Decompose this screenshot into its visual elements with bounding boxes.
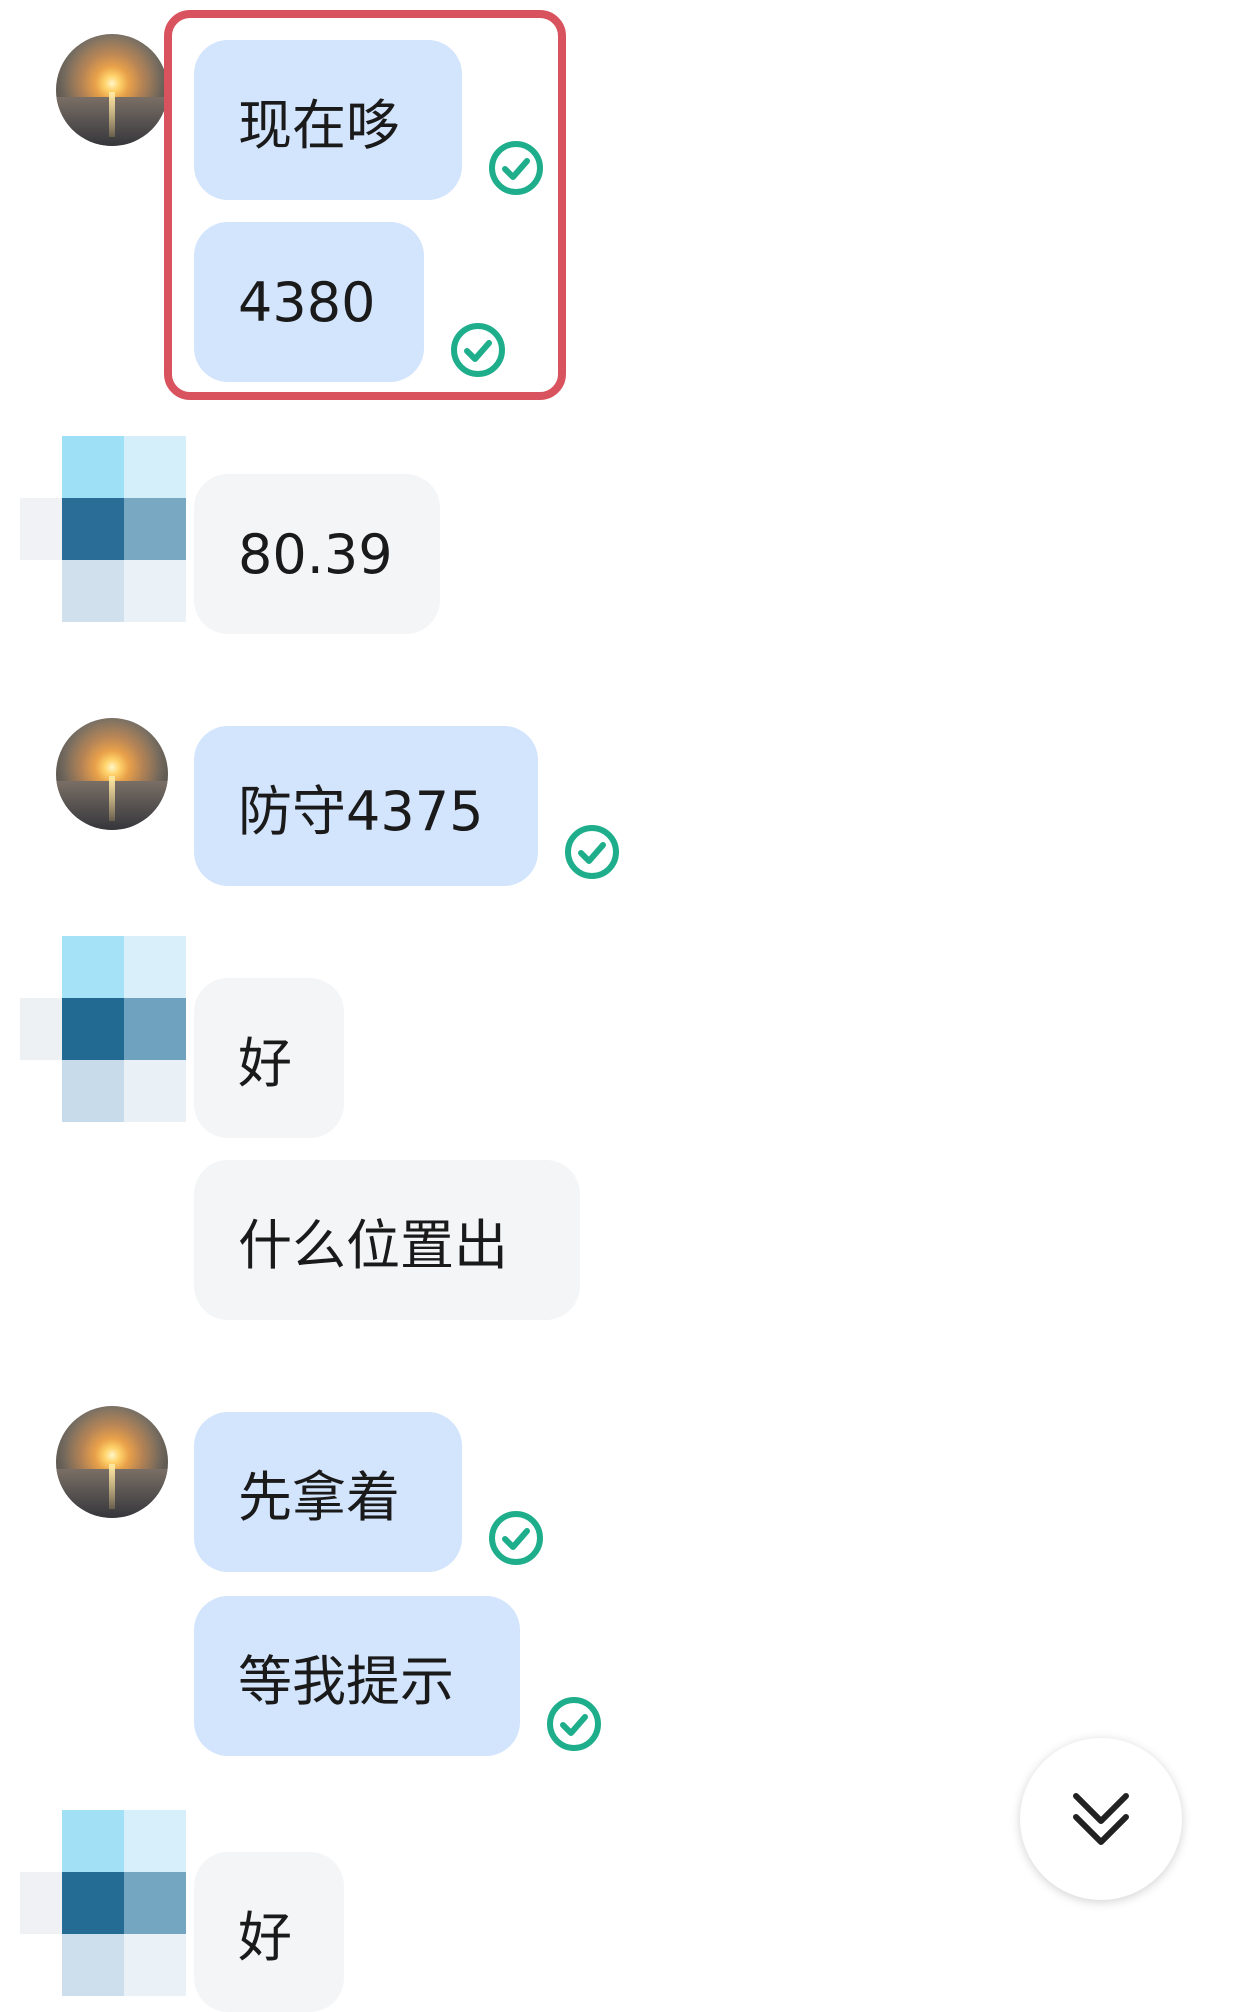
message-bubble[interactable]: 什么位置出 xyxy=(194,1160,580,1320)
read-check-icon xyxy=(547,1697,601,1751)
message-bubble[interactable]: 等我提示 xyxy=(194,1596,520,1756)
message-text: 4380 xyxy=(238,270,376,334)
self-avatar[interactable] xyxy=(56,718,168,830)
read-check-icon xyxy=(451,323,505,377)
message-bubble[interactable]: 80.39 xyxy=(194,474,440,634)
self-avatar[interactable] xyxy=(56,1406,168,1518)
double-chevron-down-icon xyxy=(1073,1793,1129,1845)
read-check-icon xyxy=(489,1511,543,1565)
message-bubble[interactable]: 现在哆 xyxy=(194,40,462,200)
contact-avatar[interactable] xyxy=(20,936,186,1126)
message-text: 防守4375 xyxy=(238,779,484,843)
message-text: 现在哆 xyxy=(238,93,400,157)
chat-message-list[interactable]: 现在哆 4380 80.39 防守4375 好 什么位置出 先拿着 等我提示 好 xyxy=(0,0,1260,2012)
self-avatar[interactable] xyxy=(56,34,168,146)
message-bubble[interactable]: 先拿着 xyxy=(194,1412,462,1572)
message-text: 先拿着 xyxy=(238,1465,400,1529)
message-text: 好 xyxy=(238,1031,292,1095)
contact-avatar[interactable] xyxy=(20,1810,186,2000)
message-text: 等我提示 xyxy=(238,1649,454,1713)
read-check-icon xyxy=(489,141,543,195)
message-bubble[interactable]: 好 xyxy=(194,978,344,1138)
scroll-to-bottom-button[interactable] xyxy=(1020,1738,1182,1900)
read-check-icon xyxy=(565,825,619,879)
message-text: 好 xyxy=(238,1905,292,1969)
contact-avatar[interactable] xyxy=(20,436,186,626)
message-text: 80.39 xyxy=(238,522,393,586)
message-text: 什么位置出 xyxy=(238,1213,508,1277)
message-bubble[interactable]: 防守4375 xyxy=(194,726,538,886)
message-bubble[interactable]: 4380 xyxy=(194,222,424,382)
message-bubble[interactable]: 好 xyxy=(194,1852,344,2012)
